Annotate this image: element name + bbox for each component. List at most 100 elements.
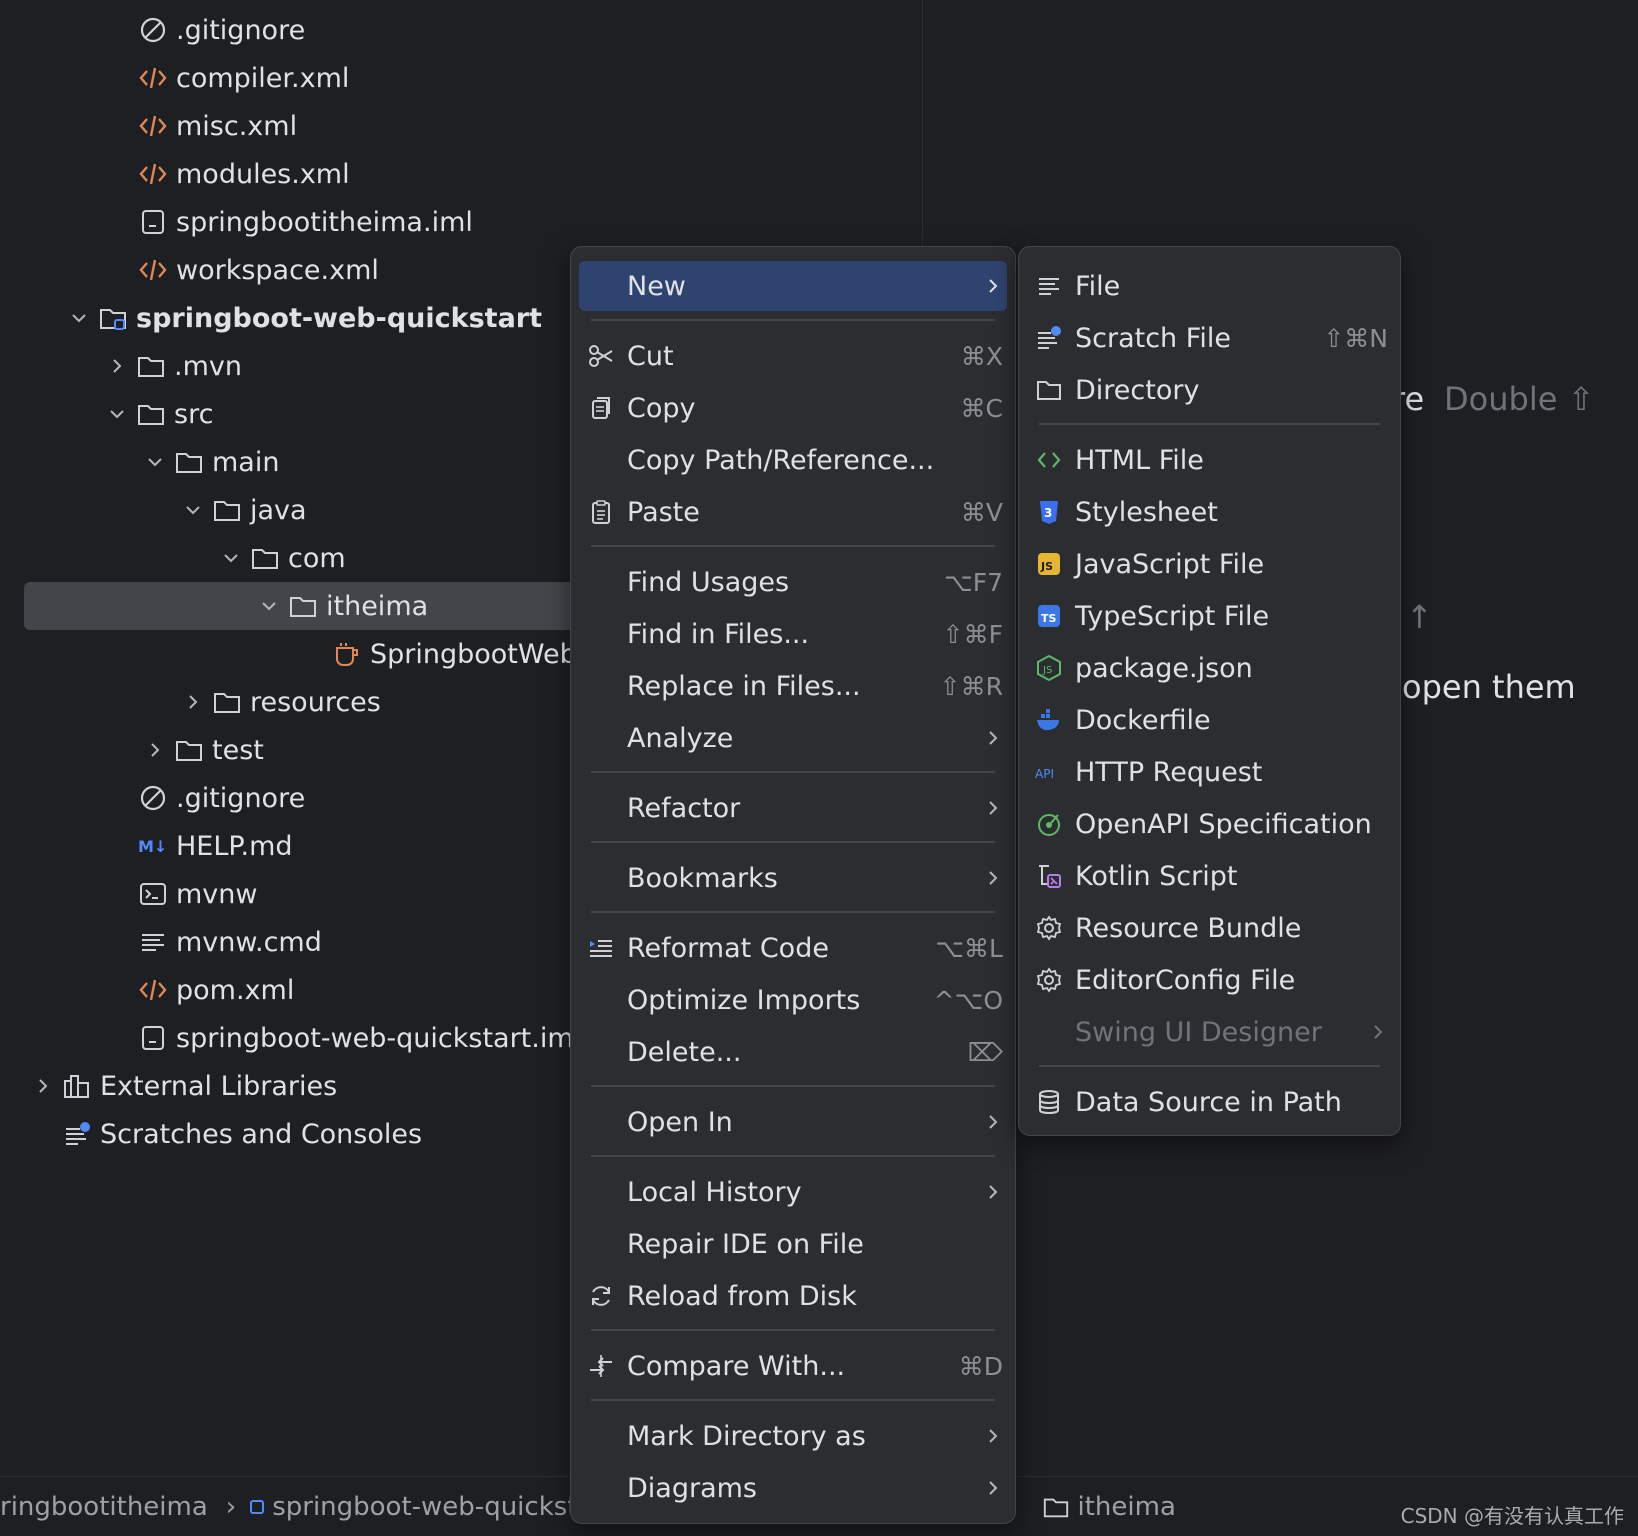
menu-item-label: Diagrams <box>627 1472 757 1504</box>
ignore-icon <box>138 774 176 822</box>
menu-item-open-in[interactable]: Open In <box>579 1097 1007 1147</box>
tree-row-misc-xml[interactable]: misc.xml <box>0 102 922 150</box>
menu-item-new[interactable]: New <box>579 261 1007 311</box>
chevron-right-icon[interactable] <box>98 342 136 390</box>
gear-icon <box>1027 966 1071 994</box>
menu-item-optimize-imports[interactable]: Optimize Imports ^⌥O <box>579 975 1007 1025</box>
menu-separator <box>591 841 995 843</box>
menu-item-reload-from-disk[interactable]: Reload from Disk <box>579 1271 1007 1321</box>
menu-item-cut[interactable]: Cut ⌘X <box>579 331 1007 381</box>
tree-item-label: mvnw.cmd <box>176 926 322 958</box>
nodejs-icon: JS <box>1027 654 1071 682</box>
menu-item-local-history[interactable]: Local History <box>579 1167 1007 1217</box>
new-item-kotlin-script[interactable]: Kotlin Script <box>1027 851 1392 901</box>
menu-item-label: Copy Path/Reference... <box>627 444 935 476</box>
chevron-right-icon[interactable] <box>174 678 212 726</box>
copy-icon <box>579 394 623 422</box>
tree-item-label: java <box>250 494 307 526</box>
menu-separator <box>591 1155 995 1157</box>
new-item-file[interactable]: File <box>1027 261 1392 311</box>
new-item-editorconfig[interactable]: EditorConfig File <box>1027 955 1392 1005</box>
tree-row-modules-xml[interactable]: modules.xml <box>0 150 922 198</box>
tree-item-label: SpringbootWebQ <box>370 638 599 670</box>
menu-item-copy[interactable]: Copy ⌘C <box>579 383 1007 433</box>
chevron-down-icon[interactable] <box>136 438 174 486</box>
breadcrumb-folder[interactable]: itheima <box>1078 1492 1176 1522</box>
breadcrumb-project[interactable]: ringbootitheima <box>0 1492 208 1522</box>
new-item-openapi-spec[interactable]: OpenAPI Specification <box>1027 799 1392 849</box>
module-folder-icon <box>98 294 136 342</box>
menu-item-reformat-code[interactable]: Reformat Code ⌥⌘L <box>579 923 1007 973</box>
chevron-down-icon[interactable] <box>98 390 136 438</box>
menu-item-label: Repair IDE on File <box>627 1228 864 1260</box>
new-item-http-request[interactable]: API HTTP Request <box>1027 747 1392 797</box>
new-item-javascript-file[interactable]: JS JavaScript File <box>1027 539 1392 589</box>
chevron-down-icon[interactable] <box>250 582 288 630</box>
new-item-resource-bundle[interactable]: Resource Bundle <box>1027 903 1392 953</box>
menu-item-copy-path[interactable]: Copy Path/Reference... <box>579 435 1007 485</box>
new-item-swing-ui-designer[interactable]: Swing UI Designer <box>1027 1007 1392 1057</box>
menu-item-label: Dockerfile <box>1075 704 1211 736</box>
tree-item-label: com <box>288 542 346 574</box>
tree-row-gitignore-idea[interactable]: .gitignore <box>0 6 922 54</box>
menu-item-paste[interactable]: Paste ⌘V <box>579 487 1007 537</box>
menu-separator <box>591 545 995 547</box>
tree-item-label: workspace.xml <box>176 254 379 286</box>
new-submenu: File Scratch File ⇧⌘N Directory HTML Fil… <box>1018 246 1401 1136</box>
menu-item-mark-directory[interactable]: Mark Directory as <box>579 1411 1007 1461</box>
chevron-down-icon[interactable] <box>212 534 250 582</box>
tree-row-iml[interactable]: springbootitheima.iml <box>0 198 922 246</box>
clipboard-icon <box>579 498 623 526</box>
menu-item-diagrams[interactable]: Diagrams <box>579 1463 1007 1513</box>
menu-item-label: Find in Files... <box>627 618 810 650</box>
new-item-html-file[interactable]: HTML File <box>1027 435 1392 485</box>
new-item-directory[interactable]: Directory <box>1027 365 1392 415</box>
menu-item-replace-in-files[interactable]: Replace in Files... ⇧⌘R <box>579 661 1007 711</box>
menu-item-label: Cut <box>627 340 674 372</box>
scissors-icon <box>579 342 623 370</box>
breadcrumb-module[interactable]: springboot-web-quickst <box>272 1492 577 1522</box>
ignore-icon <box>138 6 176 54</box>
menu-item-find-usages[interactable]: Find Usages ⌥F7 <box>579 557 1007 607</box>
new-item-scratch-file[interactable]: Scratch File ⇧⌘N <box>1027 313 1392 363</box>
menu-item-label: HTML File <box>1075 444 1204 476</box>
menu-item-label: OpenAPI Specification <box>1075 808 1372 840</box>
iml-icon <box>138 198 176 246</box>
html-icon <box>1027 446 1071 474</box>
tree-row-compiler-xml[interactable]: compiler.xml <box>0 54 922 102</box>
chevron-down-icon[interactable] <box>60 294 98 342</box>
menu-item-label: Optimize Imports <box>627 984 861 1016</box>
new-item-typescript-file[interactable]: TS TypeScript File <box>1027 591 1392 641</box>
menu-item-delete[interactable]: Delete... ⌦ <box>579 1027 1007 1077</box>
new-item-dockerfile[interactable]: Dockerfile <box>1027 695 1392 745</box>
watermark: CSDN @有没有认真工作 <box>1400 1504 1624 1528</box>
menu-item-refactor[interactable]: Refactor <box>579 783 1007 833</box>
menu-item-find-in-files[interactable]: Find in Files... ⇧⌘F <box>579 609 1007 659</box>
menu-item-shortcut: ⇧⌘N <box>1323 323 1388 353</box>
menu-item-bookmarks[interactable]: Bookmarks <box>579 853 1007 903</box>
menu-item-repair-ide[interactable]: Repair IDE on File <box>579 1219 1007 1269</box>
menu-item-label: HTTP Request <box>1075 756 1263 788</box>
menu-separator <box>1039 423 1380 425</box>
new-item-package-json[interactable]: JS package.json <box>1027 643 1392 693</box>
tree-item-label: .mvn <box>174 350 242 382</box>
new-item-data-source[interactable]: Data Source in Path <box>1027 1077 1392 1127</box>
chevron-down-icon[interactable] <box>174 486 212 534</box>
menu-item-label: Open In <box>627 1106 733 1138</box>
tree-item-label: springbootitheima.iml <box>176 206 473 238</box>
menu-item-label: Compare With... <box>627 1350 846 1382</box>
menu-item-analyze[interactable]: Analyze <box>579 713 1007 763</box>
menu-item-compare-with[interactable]: Compare With... ⌘D <box>579 1341 1007 1391</box>
chevron-right-icon <box>979 1479 1007 1497</box>
chevron-right-icon[interactable] <box>24 1062 62 1110</box>
folder-icon <box>174 726 212 774</box>
chevron-right-icon[interactable] <box>136 726 174 774</box>
svg-text:3: 3 <box>1044 506 1052 520</box>
api-icon: API <box>1027 758 1071 786</box>
new-item-stylesheet[interactable]: 3 Stylesheet <box>1027 487 1392 537</box>
menu-item-label: Directory <box>1075 374 1200 406</box>
chevron-right-icon <box>979 277 1007 295</box>
open-hint-fragment: open them <box>1402 668 1576 706</box>
openapi-icon <box>1027 810 1071 838</box>
tree-item-label: misc.xml <box>176 110 298 142</box>
